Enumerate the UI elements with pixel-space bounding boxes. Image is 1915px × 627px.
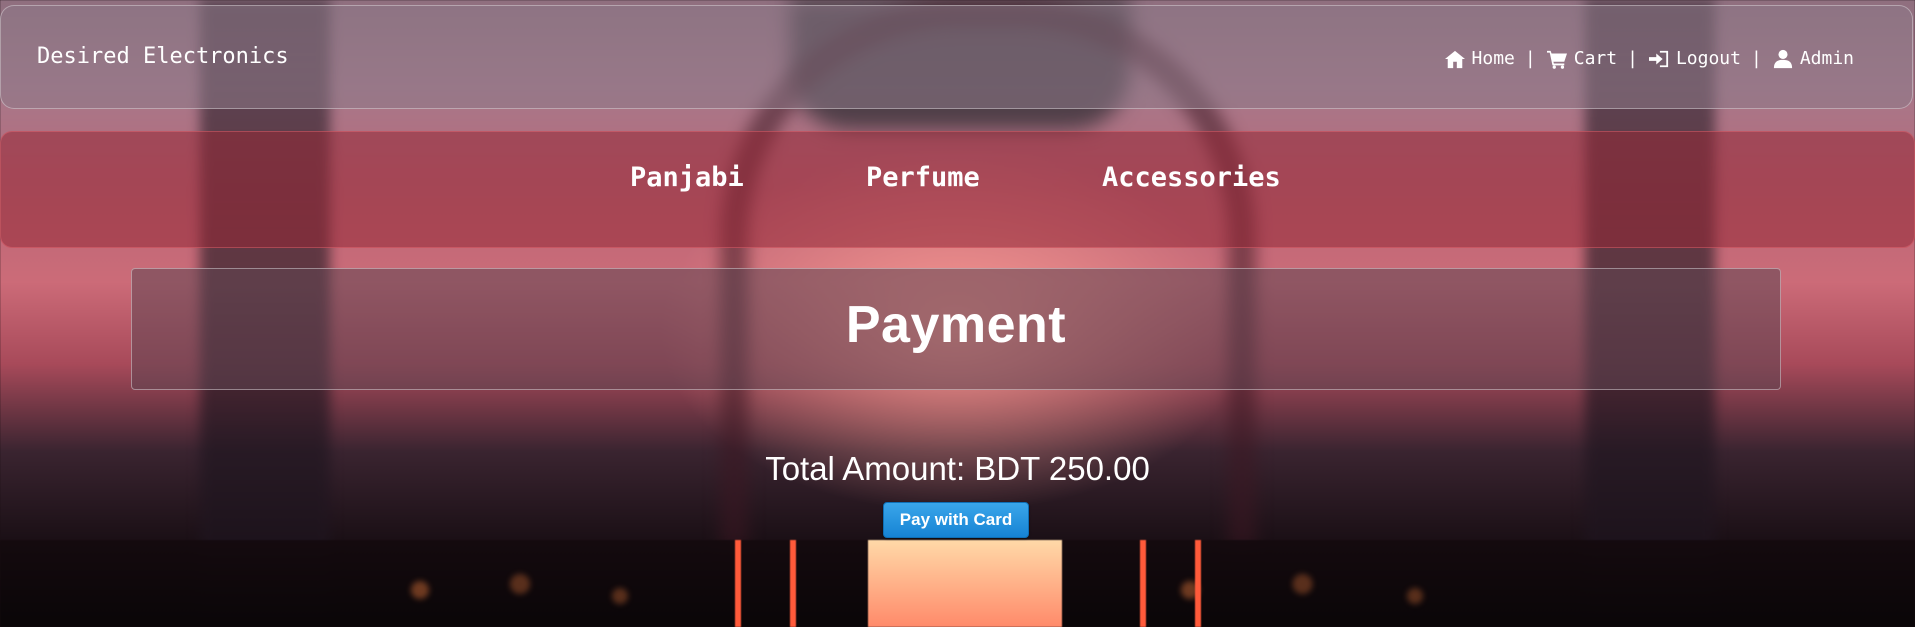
page-title-panel: Payment [131, 268, 1781, 390]
background-light-strip [1195, 540, 1201, 627]
nav-admin-label: Admin [1799, 48, 1854, 69]
nav-admin-link[interactable]: Admin [1772, 48, 1854, 69]
background-lights-left [340, 560, 740, 620]
nav-cart-label: Cart [1573, 48, 1618, 69]
page-title: Payment [845, 296, 1067, 354]
brand-name[interactable]: Desired Electronics [37, 44, 289, 69]
nav-logout-link[interactable]: Logout [1648, 48, 1741, 69]
background-lights-right [1100, 560, 1550, 620]
category-panjabi[interactable]: Panjabi [630, 162, 744, 193]
top-nav-links: Home | Cart | Logout | Admin [1444, 48, 1854, 69]
category-bar: Panjabi Perfume Accessories [0, 131, 1915, 248]
home-icon [1444, 50, 1465, 68]
nav-home-label: Home [1471, 48, 1515, 69]
background-light-strip [1140, 540, 1146, 627]
category-perfume[interactable]: Perfume [866, 162, 980, 193]
user-icon [1773, 49, 1792, 68]
nav-separator: | [1627, 48, 1638, 69]
nav-cart-link[interactable]: Cart [1546, 48, 1617, 69]
total-amount: Total Amount: BDT 250.00 [765, 450, 1150, 487]
background-glow [868, 540, 1062, 627]
top-navbar: Desired Electronics Home | Cart | Logout… [0, 5, 1913, 109]
background-light-strip [735, 540, 741, 627]
background-light-strip [790, 540, 796, 627]
category-accessories[interactable]: Accessories [1102, 162, 1281, 193]
pay-with-card-button[interactable]: Pay with Card [883, 502, 1029, 538]
nav-logout-label: Logout [1675, 48, 1741, 69]
nav-separator: | [1750, 48, 1762, 69]
nav-home-link[interactable]: Home [1444, 48, 1515, 69]
cart-icon [1546, 50, 1567, 69]
nav-separator: | [1524, 48, 1536, 69]
logout-icon [1648, 50, 1669, 67]
